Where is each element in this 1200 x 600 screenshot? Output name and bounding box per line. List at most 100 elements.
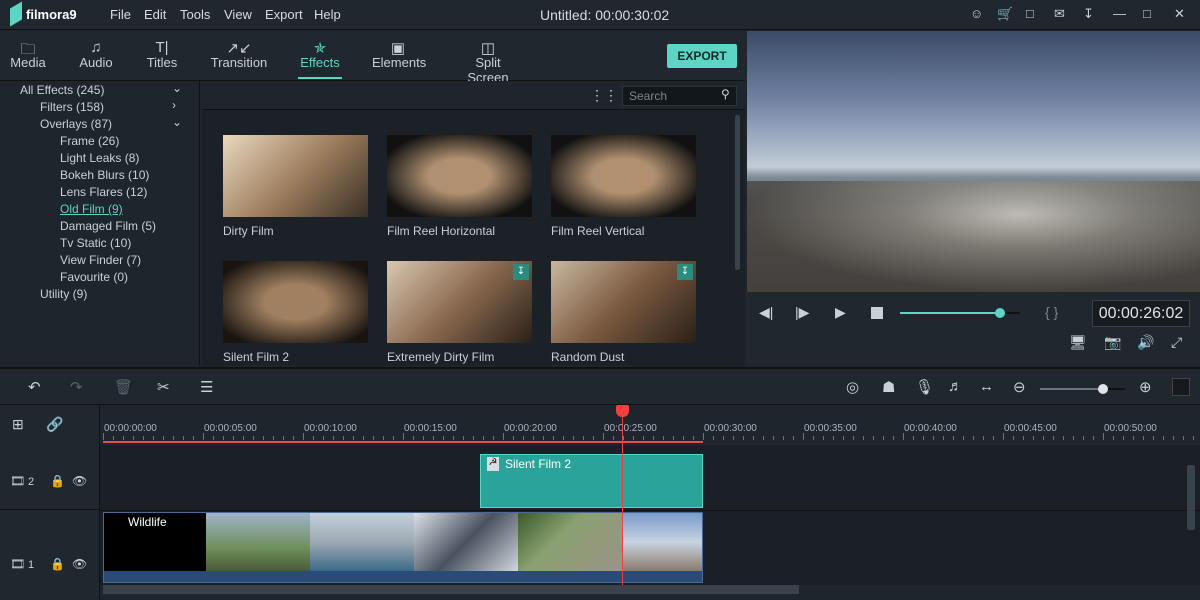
effect-clip[interactable]: ☭ Silent Film 2 (480, 454, 703, 508)
tab-transition[interactable]: ↗↙ Transition (210, 31, 268, 79)
tab-audio[interactable]: ♫ Audio (76, 31, 116, 79)
chevron-right-icon[interactable]: › (172, 98, 176, 112)
ruler-tick (1123, 436, 1124, 440)
link-icon[interactable]: 🔗 (46, 416, 63, 433)
audio-mixer-icon[interactable]: ♬ (948, 378, 963, 395)
effect-card[interactable]: Dirty Film (223, 135, 368, 238)
menu-edit[interactable]: Edit (144, 7, 166, 22)
stop-icon[interactable] (871, 307, 883, 319)
playhead[interactable] (622, 405, 623, 585)
tree-item[interactable]: All Effects (245) (20, 83, 104, 97)
timeline-zoom-slider[interactable] (1040, 384, 1125, 394)
close-icon[interactable]: ✕ (1174, 6, 1185, 22)
ruler-tick (933, 436, 934, 440)
tab-effects[interactable]: ✯ Effects (298, 31, 342, 79)
tab-split-screen[interactable]: ◫ Split Screen (456, 31, 520, 85)
maximize-icon[interactable]: □ (1143, 6, 1151, 21)
eye-icon[interactable]: 👁 (72, 474, 87, 488)
cart-icon[interactable]: 🛒 (997, 6, 1013, 22)
save-icon[interactable]: □ (1026, 6, 1034, 21)
tree-item[interactable]: View Finder (7) (60, 253, 141, 267)
tree-item[interactable]: Light Leaks (8) (60, 151, 139, 165)
export-button[interactable]: EXPORT (667, 44, 737, 68)
tree-item[interactable]: Frame (26) (60, 134, 119, 148)
chevron-down-icon[interactable]: ⌄ (172, 115, 182, 129)
delete-icon[interactable]: 🗑 (114, 378, 133, 396)
eye-icon[interactable]: 👁 (72, 557, 87, 571)
effects-scrollbar[interactable] (735, 115, 740, 270)
grid-toolbar: ⋮⋮⋮ Search ⚲ (202, 81, 745, 110)
display-settings-icon[interactable]: 🖥 (1069, 334, 1087, 351)
download-icon[interactable]: ↧ (1083, 6, 1094, 22)
tab-titles[interactable]: T| Titles (144, 31, 180, 79)
mail-icon[interactable]: ✉ (1054, 6, 1065, 22)
effect-card[interactable]: Silent Film 2 (223, 261, 368, 364)
fit-timeline-icon[interactable]: ↔ (979, 378, 994, 395)
tree-item[interactable]: Tv Static (10) (60, 236, 131, 250)
next-frame-icon[interactable]: |▶ (795, 304, 809, 321)
ruler-tick-label: 00:00:40:00 (904, 423, 957, 434)
minimize-icon[interactable]: — (1113, 6, 1126, 21)
cut-icon[interactable]: ✂ (157, 378, 170, 396)
render-preview-icon[interactable]: ◎ (846, 378, 859, 396)
playback-handle[interactable] (994, 308, 1005, 318)
redo-icon[interactable]: ↷ (70, 378, 83, 396)
zoom-out-icon[interactable]: ⊖ (1013, 378, 1026, 396)
menu-tools[interactable]: Tools (180, 7, 210, 22)
search-input[interactable]: Search (622, 86, 737, 106)
search-icon[interactable]: ⚲ (721, 87, 730, 101)
tree-item[interactable]: Lens Flares (12) (60, 185, 147, 199)
tree-item[interactable]: Favourite (0) (60, 270, 128, 284)
layout-toggle-icon[interactable] (1172, 378, 1190, 396)
playhead-handle[interactable] (616, 405, 629, 417)
play-icon[interactable]: ▶ (835, 304, 846, 321)
menu-view[interactable]: View (224, 7, 252, 22)
tree-item[interactable]: Overlays (87) (40, 117, 112, 131)
tree-item[interactable]: Damaged Film (5) (60, 219, 156, 233)
tab-media[interactable]: 🗀 Media (8, 31, 48, 79)
tree-item[interactable]: Bokeh Blurs (10) (60, 168, 149, 182)
zoom-handle[interactable] (1097, 384, 1108, 394)
adjust-icon[interactable]: ☰ (200, 378, 213, 396)
marker-icon[interactable]: ☗ (882, 378, 895, 396)
effect-card[interactable]: Film Reel Horizontal (387, 135, 532, 238)
tree-item[interactable]: Old Film (9) (60, 202, 123, 216)
snapshot-icon[interactable]: 📷 (1104, 334, 1121, 351)
timeline-vscrollbar[interactable] (1187, 465, 1195, 530)
menu-help[interactable]: Help (314, 7, 341, 22)
zoom-in-icon[interactable]: ⊕ (1139, 378, 1152, 396)
tree-item[interactable]: Filters (158) (40, 100, 104, 114)
lock-icon[interactable]: 🔒 (50, 557, 65, 571)
tree-item[interactable]: Utility (9) (40, 287, 87, 301)
menu-file[interactable]: File (110, 7, 131, 22)
user-icon[interactable]: ☺ (970, 6, 983, 21)
ruler-tick (883, 436, 884, 440)
effect-card[interactable]: Film Reel Vertical (551, 135, 696, 238)
volume-icon[interactable]: 🔊 (1137, 334, 1154, 351)
ruler-tick (1183, 436, 1184, 440)
chevron-down-icon[interactable]: ⌄ (172, 81, 182, 95)
lock-icon[interactable]: 🔒 (50, 474, 65, 488)
ruler-tick (223, 436, 224, 440)
microphone-icon[interactable]: 🎙 (915, 378, 934, 396)
menu-export[interactable]: Export (265, 7, 303, 22)
undo-icon[interactable]: ↶ (28, 378, 41, 396)
track-header-2: 🎞 2 🔒 👁 (0, 445, 100, 510)
tab-label: Audio (79, 55, 113, 70)
video-clip[interactable]: Wildlife (103, 512, 703, 583)
effect-card[interactable]: ↧ Extremely Dirty Film (387, 261, 532, 364)
track-divider (100, 510, 1200, 511)
download-icon[interactable]: ↧ (677, 264, 693, 280)
tab-elements[interactable]: ▣ Elements (372, 31, 426, 79)
effect-card[interactable]: ↧ Random Dust (551, 261, 696, 364)
add-track-icon[interactable]: ⊞ (12, 416, 24, 433)
fullscreen-icon[interactable]: ⤢ (1171, 334, 1182, 351)
timeline-hscrollbar[interactable] (103, 585, 799, 594)
ruler-tick (453, 436, 454, 440)
mark-in-out-icon[interactable]: { } (1045, 304, 1058, 320)
timeline-ruler[interactable]: 00:00:00:00 00:00:05:00 00:00:10:00 00:00:1… (100, 405, 1200, 445)
ruler-tick-label: 00:00:00:00 (104, 423, 157, 434)
previous-frame-icon[interactable]: ◀| (759, 304, 773, 321)
download-icon[interactable]: ↧ (513, 264, 529, 280)
playback-slider[interactable] (900, 308, 1020, 318)
